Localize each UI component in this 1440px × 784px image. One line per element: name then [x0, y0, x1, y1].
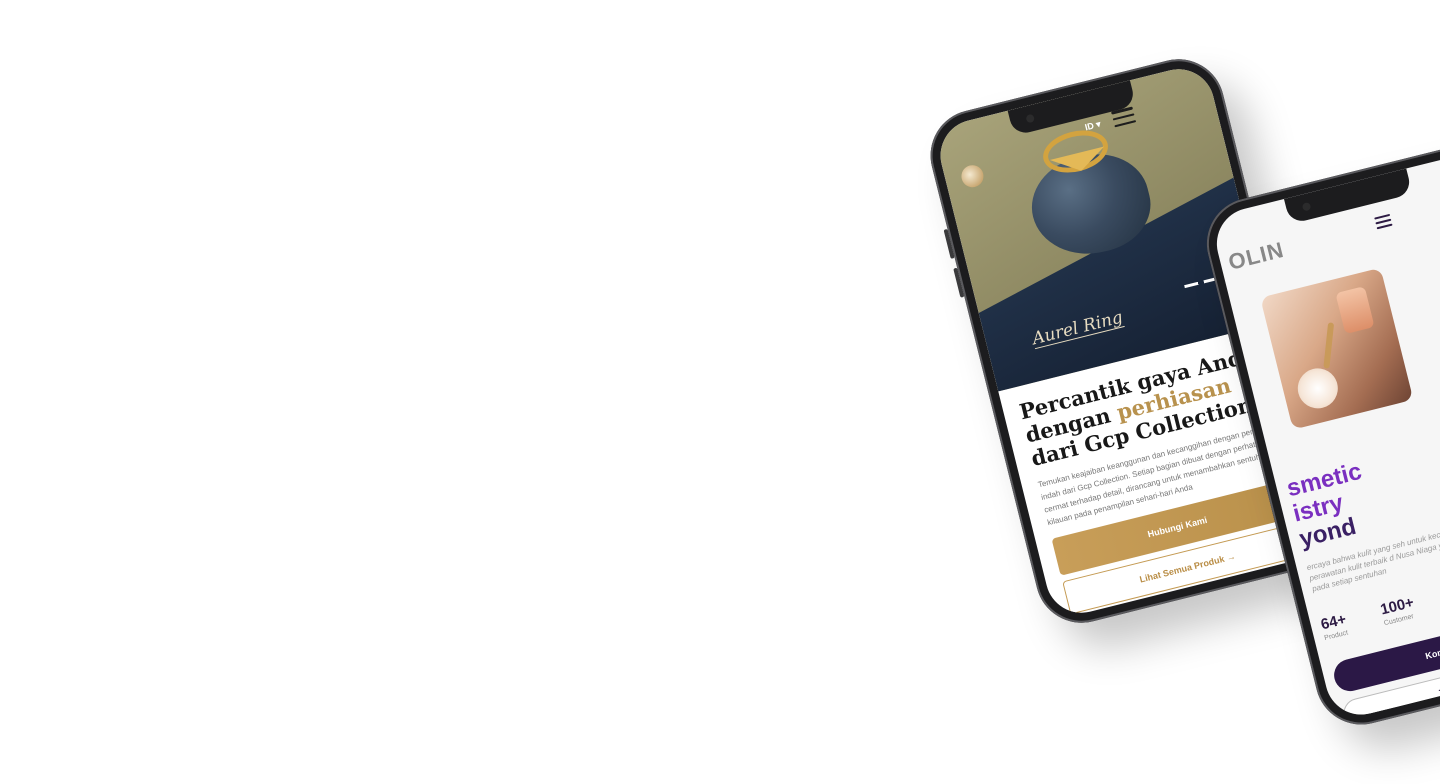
- hero-title: smetic istry yond: [1284, 457, 1365, 553]
- hamburger-menu-icon[interactable]: [1374, 213, 1393, 230]
- stat-customers: 100+ Customer: [1378, 593, 1416, 628]
- skincare-photo: [1260, 267, 1414, 430]
- stats: 64+ Product 100+ Customer: [1319, 594, 1418, 642]
- volume-button: [953, 267, 965, 298]
- volume-button: [943, 228, 955, 259]
- brand-logo[interactable]: OLIN: [1226, 237, 1287, 276]
- stat-products: 64+ Product: [1319, 610, 1349, 643]
- notch: [1283, 168, 1413, 225]
